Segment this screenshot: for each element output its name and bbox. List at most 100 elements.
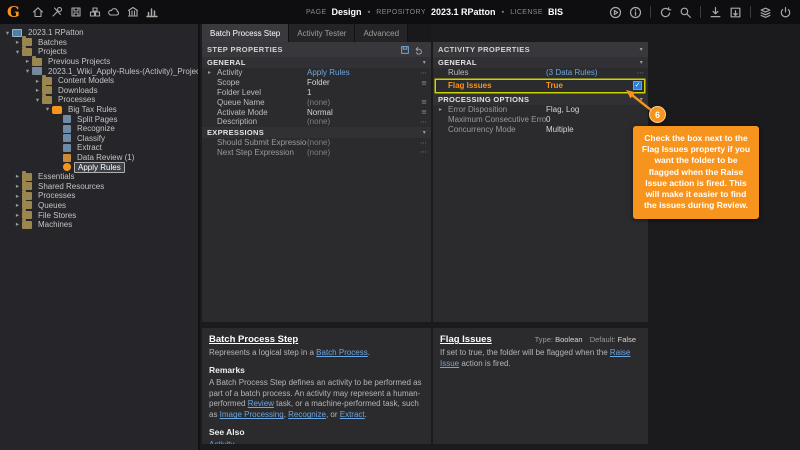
property-row-activity[interactable]: ActivityApply Rules <box>202 68 431 78</box>
expander-icon[interactable] <box>33 97 42 104</box>
section-header-expressions[interactable]: EXPRESSIONS <box>202 127 431 138</box>
property-row-concurrency-mode[interactable]: Concurrency ModeMultiple <box>433 124 648 134</box>
tree-item-big-tax-rules[interactable]: Big Tax Rules <box>0 105 198 115</box>
property-value[interactable]: Normal <box>307 108 418 117</box>
tree-item-content-models[interactable]: Content Models <box>0 76 198 86</box>
expander-icon[interactable] <box>13 183 22 190</box>
expander-icon[interactable] <box>13 49 22 56</box>
tab-activity-tester[interactable]: Activity Tester <box>289 24 355 42</box>
ellipsis-button[interactable] <box>635 69 648 77</box>
tools-icon[interactable] <box>48 0 67 24</box>
ellipsis-button[interactable] <box>418 69 431 77</box>
expander-icon[interactable] <box>13 39 22 46</box>
tree-item-apply-rules[interactable]: Apply Rules <box>0 162 198 172</box>
expander-icon[interactable] <box>23 68 32 75</box>
chart-icon[interactable] <box>143 0 162 24</box>
help-link[interactable]: Recognize <box>288 410 326 419</box>
property-value[interactable]: (none) <box>307 148 418 157</box>
property-value[interactable]: 1 <box>307 88 431 97</box>
help-link[interactable]: Image Processing <box>220 410 284 419</box>
property-row-folder-level[interactable]: Folder Level1 <box>202 88 431 98</box>
property-value[interactable]: (none) <box>307 117 418 126</box>
expander-icon[interactable] <box>3 30 12 37</box>
tree-item-essentials[interactable]: Essentials <box>0 172 198 182</box>
expander-icon[interactable] <box>43 106 52 113</box>
archive-icon[interactable] <box>86 0 105 24</box>
save-icon[interactable] <box>67 0 86 24</box>
tree-item-queues[interactable]: Queues <box>0 201 198 211</box>
tree-item-processes[interactable]: Processes <box>0 95 198 105</box>
expander-icon[interactable] <box>33 87 42 94</box>
help-link[interactable]: Review <box>248 399 274 408</box>
property-row-description[interactable]: Description(none) <box>202 117 431 127</box>
expander-icon[interactable] <box>13 221 22 228</box>
property-row-rules[interactable]: Rules(3 Data Rules) <box>433 68 648 78</box>
help-link[interactable]: Extract <box>340 410 365 419</box>
expander-icon[interactable] <box>13 202 22 209</box>
tree-item-downloads[interactable]: Downloads <box>0 86 198 96</box>
expand-icon[interactable] <box>439 106 448 113</box>
tree-item-extract[interactable]: Extract <box>0 143 198 153</box>
tree-item-repository-root[interactable]: 2023.1 RPatton <box>0 28 198 38</box>
property-row-queue-name[interactable]: Queue Name(none) <box>202 97 431 107</box>
batch-process-icon <box>52 106 62 114</box>
tree-item-projects[interactable]: Projects <box>0 47 198 57</box>
expander-icon[interactable] <box>13 173 22 180</box>
help-link[interactable]: Batch Process <box>316 348 368 357</box>
tree-item-machines[interactable]: Machines <box>0 220 198 230</box>
dropdown-button[interactable] <box>418 98 431 106</box>
section-header-processing-options[interactable]: PROCESSING OPTIONS <box>433 94 648 105</box>
expander-icon[interactable] <box>23 58 32 65</box>
tree-item-file-stores[interactable]: File Stores <box>0 210 198 220</box>
tree-item-label: Apply Rules <box>74 162 125 173</box>
power-icon[interactable] <box>776 0 795 24</box>
property-row-error-disposition[interactable]: Error DispositionFlag, Log <box>433 105 648 115</box>
dropdown-button[interactable] <box>418 108 431 116</box>
expander-icon[interactable] <box>13 193 22 200</box>
expander-icon[interactable] <box>13 212 22 219</box>
ellipsis-button[interactable] <box>418 148 431 156</box>
play-circle-icon[interactable] <box>606 0 625 24</box>
layers-icon[interactable] <box>756 0 775 24</box>
tree-item-processes-root[interactable]: Processes <box>0 191 198 201</box>
search-icon[interactable] <box>676 0 695 24</box>
download-icon[interactable] <box>706 0 725 24</box>
section-header-general[interactable]: GENERAL <box>433 57 648 68</box>
tree-item-classify[interactable]: Classify <box>0 134 198 144</box>
dropdown-button[interactable] <box>418 79 431 87</box>
property-row-should-submit-expression[interactable]: Should Submit Expression(none) <box>202 138 431 148</box>
tree-item-batches[interactable]: Batches <box>0 38 198 48</box>
expand-icon[interactable] <box>208 69 217 76</box>
bank-icon[interactable] <box>124 0 143 24</box>
tree-item-split-pages[interactable]: Split Pages <box>0 114 198 124</box>
tree-item-previous-projects[interactable]: Previous Projects <box>0 57 198 67</box>
tree-item-wiki-apply-rules-project[interactable]: 2023.1_Wiki_Apply-Rules-(Activity)_Proje… <box>0 66 198 76</box>
property-value[interactable]: Folder <box>307 78 418 87</box>
undo-icon[interactable] <box>412 43 426 57</box>
tree-item-recognize[interactable]: Recognize <box>0 124 198 134</box>
property-row-flag-issues[interactable]: Flag IssuesTrue <box>436 80 644 92</box>
save-properties-icon[interactable] <box>398 43 412 57</box>
activity-link[interactable]: Activity <box>209 440 234 444</box>
tree-item-data-review[interactable]: Data Review (1) <box>0 153 198 163</box>
section-header-general[interactable]: GENERAL <box>202 57 431 68</box>
property-value[interactable]: (none) <box>307 98 418 107</box>
tab-advanced[interactable]: Advanced <box>355 24 408 42</box>
tree-item-shared-resources[interactable]: Shared Resources <box>0 182 198 192</box>
tab-batch-process-step[interactable]: Batch Process Step <box>202 24 289 42</box>
expander-icon[interactable] <box>33 78 42 85</box>
property-row-activate-mode[interactable]: Activate ModeNormal <box>202 107 431 117</box>
property-row-maximum-consecutive-errors[interactable]: Maximum Consecutive Errors0 <box>433 115 648 125</box>
property-value[interactable]: (none) <box>307 138 418 147</box>
ellipsis-button[interactable] <box>418 139 431 147</box>
package-icon[interactable] <box>726 0 745 24</box>
property-row-scope[interactable]: ScopeFolder <box>202 78 431 88</box>
property-row-next-step-expression[interactable]: Next Step Expression(none) <box>202 148 431 158</box>
cloud-icon[interactable] <box>105 0 124 24</box>
refresh-icon[interactable] <box>656 0 675 24</box>
info-circle-icon[interactable] <box>626 0 645 24</box>
property-value[interactable]: Apply Rules <box>307 68 418 77</box>
ellipsis-button[interactable] <box>418 118 431 126</box>
home-icon[interactable] <box>29 0 48 24</box>
property-value[interactable]: (3 Data Rules) <box>546 68 635 77</box>
